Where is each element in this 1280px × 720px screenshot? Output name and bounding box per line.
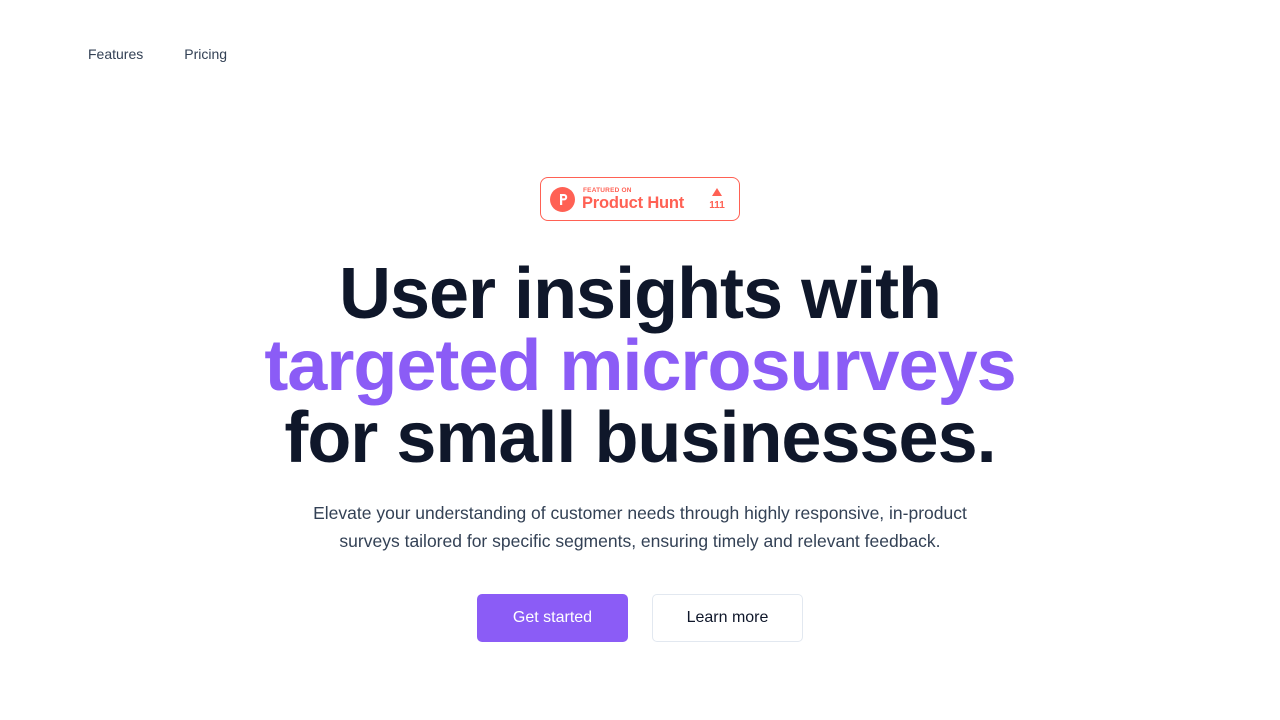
headline-line-3: for small businesses. [284, 398, 996, 478]
get-started-button[interactable]: Get started [477, 594, 628, 642]
upvote-count: 111 [709, 200, 725, 211]
badge-featured-label: FEATURED ON [583, 187, 632, 194]
hero-headline: User insights with targeted microsurveys… [0, 258, 1280, 474]
product-hunt-badge[interactable]: FEATURED ON Product Hunt 111 [540, 177, 740, 221]
headline-line-1: User insights with [338, 254, 942, 334]
product-hunt-logo-icon [550, 187, 575, 212]
top-nav: Features Pricing [88, 44, 227, 64]
learn-more-button[interactable]: Learn more [652, 594, 803, 642]
headline-line-2-accent: targeted microsurveys [264, 326, 1016, 406]
nav-link-pricing[interactable]: Pricing [184, 44, 227, 64]
badge-product-hunt-label: Product Hunt [582, 194, 685, 212]
hero-subtitle: Elevate your understanding of customer n… [313, 503, 967, 551]
upvote-triangle-icon [712, 188, 722, 196]
nav-link-features[interactable]: Features [88, 44, 143, 64]
